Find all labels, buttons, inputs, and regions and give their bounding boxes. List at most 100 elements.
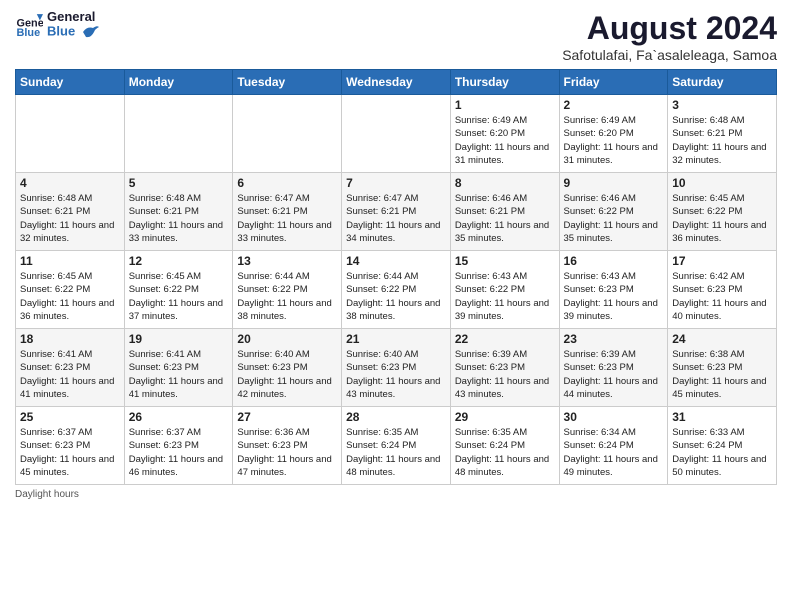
table-cell: 30 Sunrise: 6:34 AMSunset: 6:24 PMDayligh… bbox=[559, 407, 668, 485]
table-cell: 26Sunrise: 6:37 AMSunset: 6:23 PMDayligh… bbox=[124, 407, 233, 485]
day-number: 11 bbox=[20, 254, 120, 268]
day-info: Sunrise: 6:43 AMSunset: 6:22 PMDaylight:… bbox=[455, 270, 555, 323]
table-cell: 16 Sunrise: 6:43 AMSunset: 6:23 PMDayligh… bbox=[559, 251, 668, 329]
table-cell: 5Sunrise: 6:48 AMSunset: 6:21 PMDaylight… bbox=[124, 173, 233, 251]
table-cell: 28 Sunrise: 6:35 AMSunset: 6:24 PMDayligh… bbox=[342, 407, 451, 485]
day-info: Sunrise: 6:47 AMSunset: 6:21 PMDaylight:… bbox=[237, 192, 337, 245]
day-info: Sunrise: 6:35 AMSunset: 6:24 PMDaylight:… bbox=[346, 426, 446, 479]
calendar-week-2: 4Sunrise: 6:48 AMSunset: 6:21 PMDaylight… bbox=[16, 173, 777, 251]
table-cell: 29Sunrise: 6:35 AMSunset: 6:24 PMDayligh… bbox=[450, 407, 559, 485]
day-info: Sunrise: 6:45 AMSunset: 6:22 PMDaylight:… bbox=[672, 192, 772, 245]
logo: General Blue General Blue bbox=[15, 10, 99, 40]
table-cell: 7Sunrise: 6:47 AMSunset: 6:21 PMDaylight… bbox=[342, 173, 451, 251]
logo-bird-icon bbox=[81, 24, 99, 40]
table-cell: 27 Sunrise: 6:36 AMSunset: 6:23 PMDayligh… bbox=[233, 407, 342, 485]
day-info: Sunrise: 6:49 AMSunset: 6:20 PMDaylight:… bbox=[455, 114, 555, 167]
calendar-week-4: 18 Sunrise: 6:41 AMSunset: 6:23 PMDayligh… bbox=[16, 329, 777, 407]
day-number: 13 bbox=[237, 254, 337, 268]
day-info: Sunrise: 6:48 AMSunset: 6:21 PMDaylight:… bbox=[20, 192, 120, 245]
table-cell bbox=[16, 95, 125, 173]
day-number: 17 bbox=[672, 254, 772, 268]
day-info: Sunrise: 6:48 AMSunset: 6:21 PMDaylight:… bbox=[129, 192, 229, 245]
table-cell: 21Sunrise: 6:40 AMSunset: 6:23 PMDayligh… bbox=[342, 329, 451, 407]
footer: Daylight hours bbox=[15, 489, 777, 500]
day-info: Sunrise: 6:37 AMSunset: 6:23 PMDaylight:… bbox=[129, 426, 229, 479]
col-friday: Friday bbox=[559, 70, 668, 95]
day-number: 16 bbox=[564, 254, 664, 268]
day-number: 24 bbox=[672, 332, 772, 346]
day-number: 25 bbox=[20, 410, 120, 424]
table-cell: 31 Sunrise: 6:33 AMSunset: 6:24 PMDayligh… bbox=[668, 407, 777, 485]
calendar-week-5: 25 Sunrise: 6:37 AMSunset: 6:23 PMDayligh… bbox=[16, 407, 777, 485]
day-info: Sunrise: 6:36 AMSunset: 6:23 PMDaylight:… bbox=[237, 426, 337, 479]
day-info: Sunrise: 6:35 AMSunset: 6:24 PMDaylight:… bbox=[455, 426, 555, 479]
day-info: Sunrise: 6:39 AMSunset: 6:23 PMDaylight:… bbox=[564, 348, 664, 401]
calendar-body: 1Sunrise: 6:49 AMSunset: 6:20 PMDaylight… bbox=[16, 95, 777, 485]
table-cell bbox=[124, 95, 233, 173]
table-cell: 25Sunrise: 6:37 AMSunset: 6:23 PMDayligh… bbox=[16, 407, 125, 485]
col-tuesday: Tuesday bbox=[233, 70, 342, 95]
day-number: 21 bbox=[346, 332, 446, 346]
table-cell: 17Sunrise: 6:42 AMSunset: 6:23 PMDayligh… bbox=[668, 251, 777, 329]
calendar: Sunday Monday Tuesday Wednesday Thursday… bbox=[15, 69, 777, 485]
col-monday: Monday bbox=[124, 70, 233, 95]
table-cell: 13Sunrise: 6:44 AMSunset: 6:22 PMDayligh… bbox=[233, 251, 342, 329]
logo-icon: General Blue bbox=[15, 11, 43, 39]
day-number: 22 bbox=[455, 332, 555, 346]
day-info: Sunrise: 6:33 AMSunset: 6:24 PMDaylight:… bbox=[672, 426, 772, 479]
table-cell: 22 Sunrise: 6:39 AMSunset: 6:23 PMDayligh… bbox=[450, 329, 559, 407]
col-thursday: Thursday bbox=[450, 70, 559, 95]
day-info: Sunrise: 6:48 AMSunset: 6:21 PMDaylight:… bbox=[672, 114, 772, 167]
day-number: 19 bbox=[129, 332, 229, 346]
day-info: Sunrise: 6:45 AMSunset: 6:22 PMDaylight:… bbox=[129, 270, 229, 323]
day-info: Sunrise: 6:41 AMSunset: 6:23 PMDaylight:… bbox=[20, 348, 120, 401]
table-cell: 1Sunrise: 6:49 AMSunset: 6:20 PMDaylight… bbox=[450, 95, 559, 173]
day-number: 20 bbox=[237, 332, 337, 346]
day-number: 3 bbox=[672, 98, 772, 112]
day-number: 12 bbox=[129, 254, 229, 268]
day-number: 30 bbox=[564, 410, 664, 424]
daylight-label: Daylight hours bbox=[15, 489, 79, 500]
day-number: 31 bbox=[672, 410, 772, 424]
day-number: 7 bbox=[346, 176, 446, 190]
day-info: Sunrise: 6:34 AMSunset: 6:24 PMDaylight:… bbox=[564, 426, 664, 479]
day-number: 2 bbox=[564, 98, 664, 112]
table-cell: 4Sunrise: 6:48 AMSunset: 6:21 PMDaylight… bbox=[16, 173, 125, 251]
day-number: 18 bbox=[20, 332, 120, 346]
day-number: 27 bbox=[237, 410, 337, 424]
day-number: 6 bbox=[237, 176, 337, 190]
day-number: 10 bbox=[672, 176, 772, 190]
table-cell: 14 Sunrise: 6:44 AMSunset: 6:22 PMDayligh… bbox=[342, 251, 451, 329]
header: General Blue General Blue August 2024 Sa… bbox=[15, 10, 777, 63]
table-cell: 19 Sunrise: 6:41 AMSunset: 6:23 PMDayligh… bbox=[124, 329, 233, 407]
col-saturday: Saturday bbox=[668, 70, 777, 95]
day-number: 15 bbox=[455, 254, 555, 268]
day-number: 9 bbox=[564, 176, 664, 190]
day-number: 23 bbox=[564, 332, 664, 346]
col-sunday: Sunday bbox=[16, 70, 125, 95]
table-cell: 9Sunrise: 6:46 AMSunset: 6:22 PMDaylight… bbox=[559, 173, 668, 251]
svg-text:Blue: Blue bbox=[17, 27, 41, 39]
day-info: Sunrise: 6:41 AMSunset: 6:23 PMDaylight:… bbox=[129, 348, 229, 401]
table-cell: 11Sunrise: 6:45 AMSunset: 6:22 PMDayligh… bbox=[16, 251, 125, 329]
day-info: Sunrise: 6:49 AMSunset: 6:20 PMDaylight:… bbox=[564, 114, 664, 167]
day-info: Sunrise: 6:38 AMSunset: 6:23 PMDaylight:… bbox=[672, 348, 772, 401]
table-cell: 18 Sunrise: 6:41 AMSunset: 6:23 PMDayligh… bbox=[16, 329, 125, 407]
location: Safotulafai, Fa`asaleleaga, Samoa bbox=[562, 47, 777, 63]
day-info: Sunrise: 6:39 AMSunset: 6:23 PMDaylight:… bbox=[455, 348, 555, 401]
day-number: 28 bbox=[346, 410, 446, 424]
page: General Blue General Blue August 2024 Sa… bbox=[0, 0, 792, 612]
logo-general: General bbox=[47, 9, 95, 24]
day-info: Sunrise: 6:44 AMSunset: 6:22 PMDaylight:… bbox=[346, 270, 446, 323]
logo-blue: Blue bbox=[47, 24, 75, 39]
month-title: August 2024 bbox=[562, 10, 777, 47]
calendar-header-row: Sunday Monday Tuesday Wednesday Thursday… bbox=[16, 70, 777, 95]
day-info: Sunrise: 6:43 AMSunset: 6:23 PMDaylight:… bbox=[564, 270, 664, 323]
table-cell: 12 Sunrise: 6:45 AMSunset: 6:22 PMDayligh… bbox=[124, 251, 233, 329]
calendar-week-1: 1Sunrise: 6:49 AMSunset: 6:20 PMDaylight… bbox=[16, 95, 777, 173]
table-cell bbox=[342, 95, 451, 173]
day-number: 14 bbox=[346, 254, 446, 268]
table-cell: 6 Sunrise: 6:47 AMSunset: 6:21 PMDaylight… bbox=[233, 173, 342, 251]
day-info: Sunrise: 6:40 AMSunset: 6:23 PMDaylight:… bbox=[237, 348, 337, 401]
table-cell: 2 Sunrise: 6:49 AMSunset: 6:20 PMDaylight… bbox=[559, 95, 668, 173]
